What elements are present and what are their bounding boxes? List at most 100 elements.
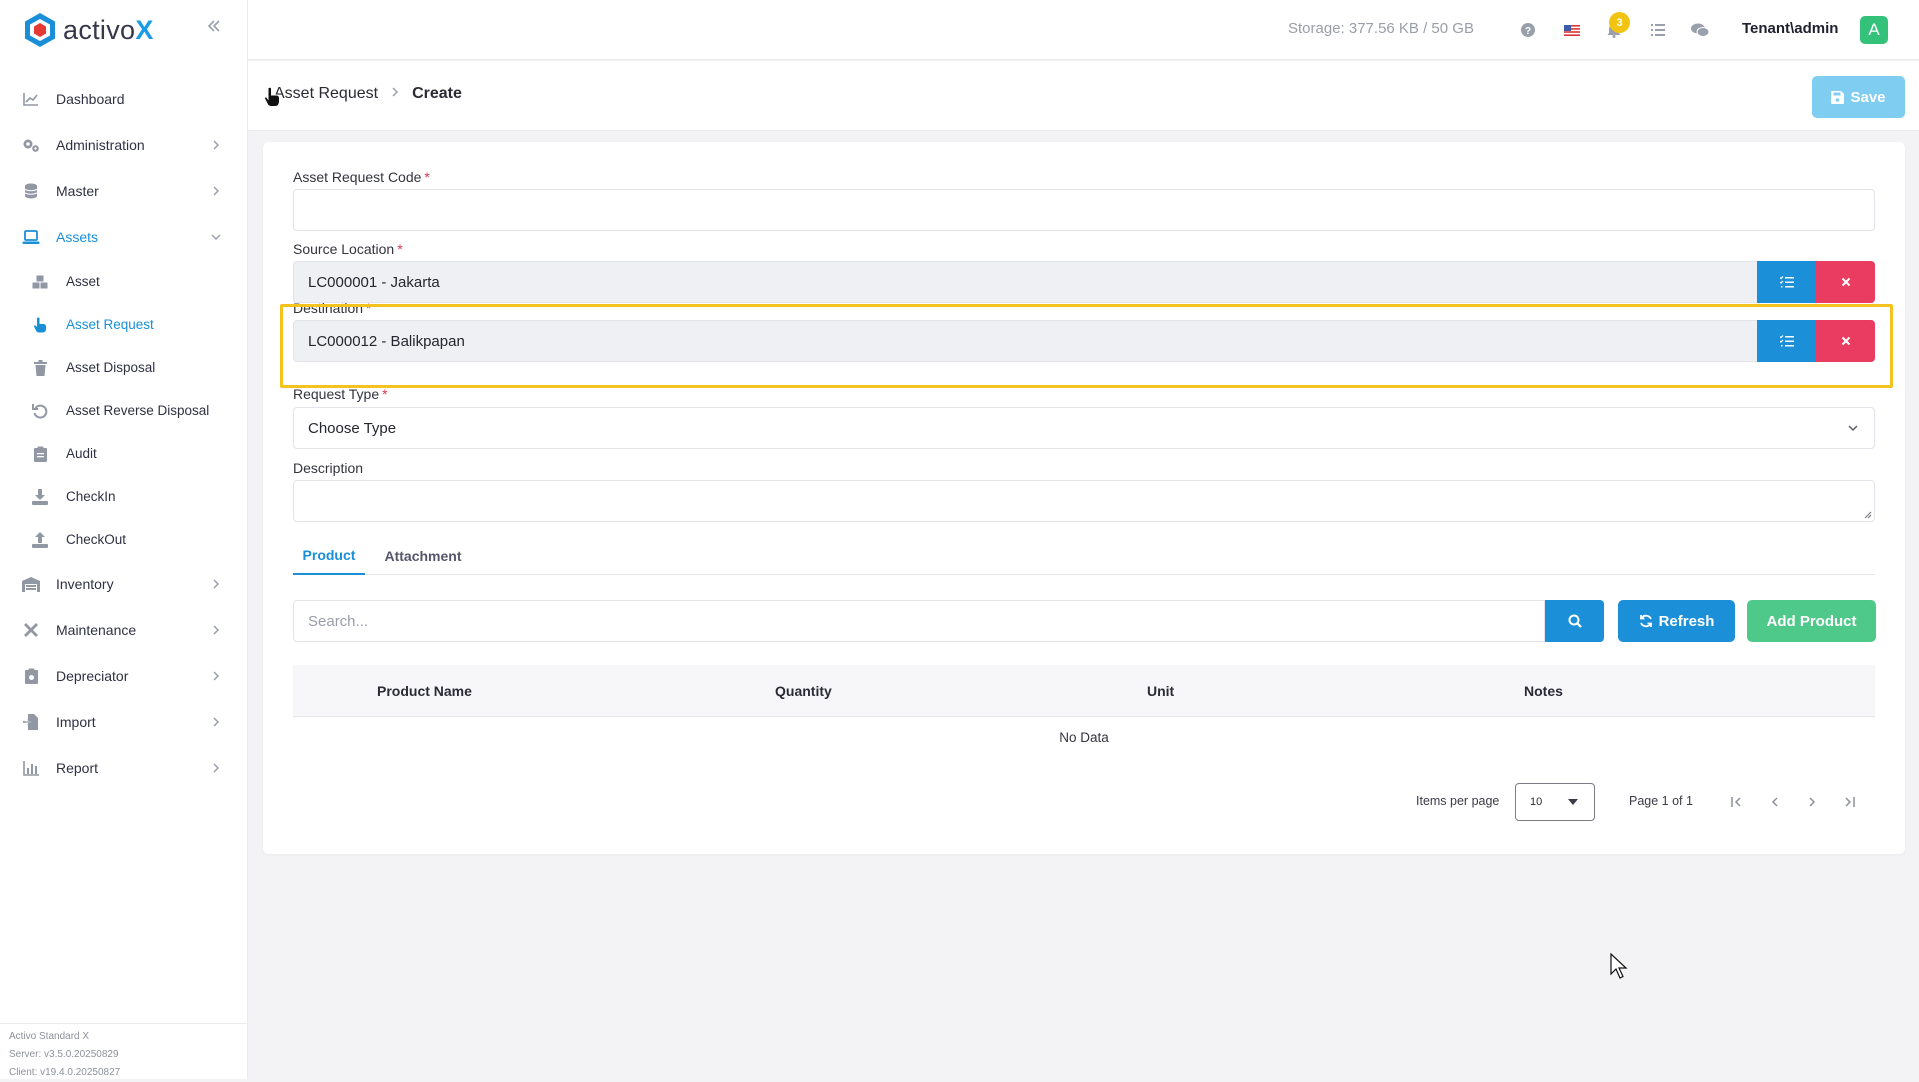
close-icon (1841, 336, 1850, 346)
save-button[interactable]: Save (1812, 76, 1905, 118)
destination-clear-button[interactable] (1816, 320, 1875, 362)
last-page-icon[interactable] (1840, 793, 1858, 811)
sidebar-item-dashboard[interactable]: Dashboard (0, 76, 248, 122)
add-product-button[interactable]: Add Product (1747, 600, 1876, 642)
breadcrumb-parent[interactable]: Asset Request (274, 85, 378, 103)
product-search-input[interactable]: Search... (293, 600, 1545, 642)
next-page-icon[interactable] (1803, 793, 1821, 811)
clipboard-icon (22, 667, 40, 685)
description-label: Description (293, 460, 364, 476)
destination-field[interactable]: LC000012 - Balikpapan (293, 320, 1875, 362)
sidebar-subitem-checkout[interactable]: CheckOut (0, 518, 248, 561)
tab-product[interactable]: Product (293, 536, 365, 575)
code-label: Asset Request Code * (293, 169, 430, 185)
save-button-label: Save (1850, 88, 1886, 106)
description-textarea[interactable] (293, 480, 1875, 522)
sidebar-subitem-asset-request[interactable]: Asset Request (0, 303, 248, 346)
trash-icon (32, 359, 48, 376)
brand-name: activoX (63, 14, 154, 45)
us-flag-icon[interactable] (1562, 20, 1582, 40)
sidebar-subitem-asset-reverse-disposal[interactable]: Asset Reverse Disposal (0, 389, 248, 432)
boxes-icon (32, 274, 48, 290)
destination-browse-button[interactable] (1757, 320, 1816, 362)
database-icon (22, 182, 40, 200)
sidebar-subitem-label: CheckIn (66, 489, 116, 504)
storage-usage: Storage: 377.56 KB / 50 GB (1288, 20, 1474, 37)
sidebar-subitem-asset[interactable]: Asset (0, 260, 248, 303)
search-button[interactable] (1545, 600, 1604, 642)
tab-attachment[interactable]: Attachment (378, 536, 468, 575)
request-type-select[interactable]: Choose Type (293, 407, 1875, 449)
help-icon[interactable]: ? (1518, 20, 1538, 40)
empty-table-message: No Data (1059, 730, 1109, 745)
sidebar-item-label: Report (56, 760, 99, 776)
request-type-value: Choose Type (308, 419, 397, 437)
sidebar-subitem-asset-disposal[interactable]: Asset Disposal (0, 346, 248, 389)
product-table-header: Product Name Quantity Unit Notes (293, 665, 1875, 717)
sidebar-subitem-label: CheckOut (66, 532, 127, 547)
hand-pointer-cursor-icon (263, 86, 280, 107)
source-location-value: LC000001 - Jakarta (308, 273, 440, 291)
column-header-notes[interactable]: Notes (1524, 683, 1563, 699)
column-header-product-name[interactable]: Product Name (377, 683, 472, 699)
svg-text:?: ? (1525, 26, 1531, 37)
items-per-page-select[interactable]: 10 (1515, 783, 1595, 821)
column-header-quantity[interactable]: Quantity (775, 683, 832, 699)
sidebar-subitem-label: Asset Reverse Disposal (66, 403, 210, 418)
previous-page-icon[interactable] (1766, 793, 1784, 811)
column-header-unit[interactable]: Unit (1147, 683, 1174, 699)
sidebar-item-label: Administration (56, 137, 145, 153)
refresh-button[interactable]: Refresh (1618, 600, 1735, 642)
warehouse-icon (22, 575, 40, 593)
sidebar-item-administration[interactable]: Administration (0, 122, 248, 168)
collapse-sidebar-icon[interactable] (204, 16, 224, 40)
page-header: Asset Request Create Save (248, 61, 1919, 131)
tasks-list-icon[interactable] (1648, 20, 1668, 40)
destination-value: LC000012 - Balikpapan (308, 332, 465, 350)
sidebar-item-master[interactable]: Master (0, 168, 248, 214)
chat-icon[interactable] (1690, 20, 1710, 40)
refresh-button-label: Refresh (1658, 612, 1715, 630)
tools-icon (22, 621, 40, 639)
close-icon (1841, 277, 1850, 287)
app-logo[interactable]: activoX (22, 12, 154, 48)
logo-hexagon-icon (25, 13, 55, 47)
version-info: Activo Standard X Server: v3.5.0.2025082… (0, 1023, 248, 1082)
avatar[interactable]: A (1860, 16, 1888, 44)
resize-handle-icon[interactable] (1863, 510, 1872, 519)
sidebar-item-label: Dashboard (56, 91, 125, 107)
sidebar-item-label: Assets (56, 229, 99, 245)
source-location-label: Source Location * (293, 241, 403, 257)
sidebar-subitem-checkin[interactable]: CheckIn (0, 475, 248, 518)
download-icon (32, 488, 48, 505)
asset-request-code-input[interactable] (293, 189, 1875, 231)
chevron-right-icon (213, 671, 220, 681)
chevron-right-icon (213, 717, 220, 727)
chevron-down-icon (1848, 425, 1858, 432)
source-location-field[interactable]: LC000001 - Jakarta (293, 261, 1875, 303)
sidebar-subitem-audit[interactable]: Audit (0, 432, 248, 475)
sidebar-item-report[interactable]: Report (0, 745, 248, 791)
chevron-right-icon (213, 186, 220, 196)
sidebar-item-depreciator[interactable]: Depreciator (0, 653, 248, 699)
sidebar-item-label: Master (56, 183, 99, 199)
source-location-browse-button[interactable] (1757, 261, 1816, 303)
search-icon (1568, 614, 1582, 628)
first-page-icon[interactable] (1728, 793, 1746, 811)
list-check-icon (1779, 335, 1794, 347)
version-client: Client: v19.4.0.20250827 (9, 1067, 121, 1078)
sidebar-item-label: Maintenance (56, 622, 137, 638)
breadcrumb-separator-icon (390, 85, 400, 103)
current-user[interactable]: Tenant\admin (1742, 20, 1838, 37)
file-import-icon (22, 713, 40, 731)
breadcrumb: Asset Request Create (264, 85, 462, 103)
sidebar-item-inventory[interactable]: Inventory (0, 561, 248, 607)
sync-icon (1639, 614, 1652, 628)
notification-badge: 3 (1609, 12, 1630, 33)
sidebar-item-maintenance[interactable]: Maintenance (0, 607, 248, 653)
chart-line-icon (22, 90, 40, 108)
sidebar-item-assets[interactable]: Assets (0, 214, 248, 260)
request-form-card: Asset Request Code * Source Location * LC0… (263, 142, 1905, 854)
source-location-clear-button[interactable] (1816, 261, 1875, 303)
sidebar-item-import[interactable]: Import (0, 699, 248, 745)
